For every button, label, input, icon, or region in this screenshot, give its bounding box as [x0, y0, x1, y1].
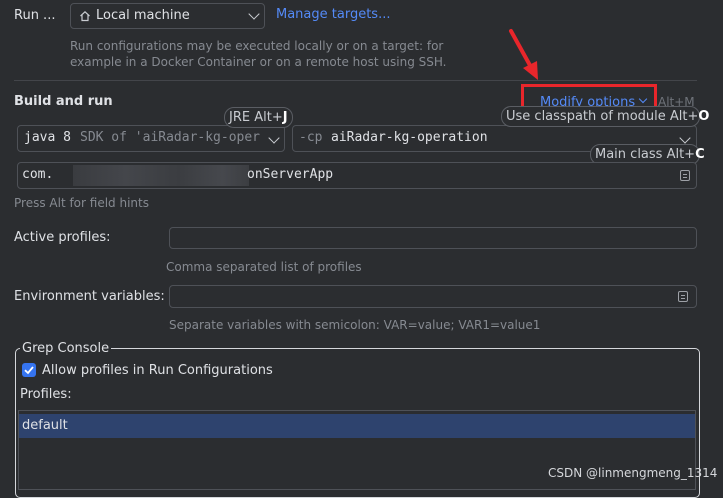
main-class-prefix: com.	[22, 167, 54, 182]
active-profiles-input[interactable]	[169, 227, 697, 249]
run-on-description-1: Run configurations may be executed local…	[70, 39, 444, 53]
allow-profiles-label[interactable]: Allow profiles in Run Configurations	[42, 363, 273, 378]
list-item[interactable]: default	[19, 414, 695, 438]
main-class-suffix: onServerApp	[247, 167, 334, 182]
jre-dropdown[interactable]: java 8 SDK of 'aiRadar-kg-oper	[17, 125, 285, 152]
checkmark-icon	[24, 366, 34, 375]
jre-java-version: java 8	[24, 130, 71, 145]
env-variables-help: Separate variables with semicolon: VAR=v…	[169, 318, 541, 332]
expand-field-icon[interactable]	[680, 170, 690, 181]
chevron-down-icon	[248, 8, 260, 20]
jre-hint: JRE Alt+J	[224, 107, 293, 128]
jre-sdk-description: SDK of 'aiRadar-kg-oper	[80, 130, 261, 145]
allow-profiles-checkbox[interactable]	[22, 363, 36, 377]
main-class-hint-key: C	[695, 147, 705, 162]
chevron-down-icon	[268, 132, 280, 144]
build-run-title: Build and run	[14, 94, 113, 109]
classpath-module: aiRadar-kg-operation	[331, 130, 488, 145]
classpath-hint-text: Use classpath of module Alt+	[506, 109, 699, 124]
manage-targets-link[interactable]: Manage targets...	[276, 7, 390, 22]
jre-hint-text: JRE Alt+	[229, 110, 283, 125]
expand-field-icon[interactable]	[678, 291, 688, 302]
env-variables-input[interactable]	[169, 285, 697, 308]
classpath-hint: Use classpath of module Alt+O	[501, 106, 709, 127]
run-target-value: Local machine	[96, 8, 190, 23]
classpath-prefix: -cp	[299, 130, 323, 145]
watermark: CSDN @linmengmeng_1314	[548, 466, 718, 480]
redacted-block	[73, 165, 249, 186]
chevron-down-icon	[679, 132, 691, 144]
profiles-list-label: Profiles:	[20, 387, 72, 402]
run-on-label: Run ...	[14, 8, 56, 23]
section-divider	[14, 80, 697, 81]
main-class-hint-text: Main class Alt+	[595, 147, 696, 162]
field-hints-text: Press Alt for field hints	[14, 196, 149, 210]
jre-hint-key: J	[282, 110, 288, 125]
list-item-label: default	[22, 418, 68, 433]
active-profiles-label: Active profiles:	[14, 230, 111, 245]
grep-console-title: Grep Console	[20, 341, 112, 356]
run-target-dropdown[interactable]: Local machine	[70, 3, 265, 29]
active-profiles-help: Comma separated list of profiles	[166, 260, 362, 274]
run-on-description-2: example in a Docker Container or on a re…	[70, 55, 447, 69]
annotation-arrow-icon	[505, 26, 545, 82]
home-icon	[79, 10, 91, 22]
main-class-field[interactable]: com. onServerApp	[17, 162, 697, 189]
env-variables-label: Environment variables:	[14, 289, 165, 304]
classpath-hint-key: O	[698, 109, 710, 124]
